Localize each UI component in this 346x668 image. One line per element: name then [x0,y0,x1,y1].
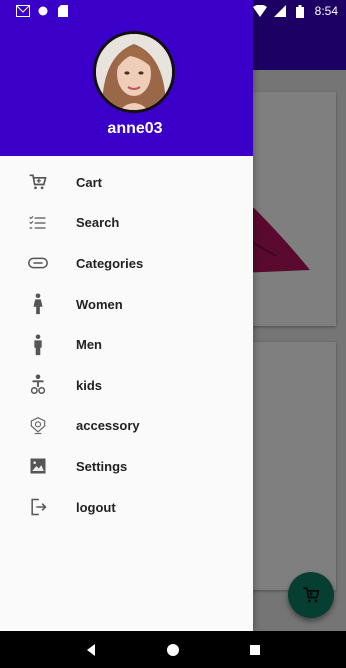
menu-item-kids[interactable]: kids [0,365,253,406]
avatar[interactable] [93,31,175,113]
menu-item-label: Settings [76,458,128,474]
man-icon [27,334,49,356]
menu-item-label: logout [76,499,116,515]
status-bar: 8:54 [0,0,346,22]
menu-item-men[interactable]: Men [0,324,253,365]
categories-icon [27,252,49,274]
navigation-drawer: anne03 Cart Search Categories Women Men … [0,0,253,631]
logout-icon [27,496,49,518]
drawer-header: anne03 [0,0,253,156]
menu-item-label: Women [76,296,123,312]
menu-item-women[interactable]: Women [0,284,253,325]
menu-item-label: Categories [76,255,144,271]
menu-item-label: kids [76,377,103,393]
menu-item-categories[interactable]: Categories [0,243,253,284]
sim-notification-icon [56,4,70,18]
cart-icon [27,171,49,193]
gmail-icon [16,4,30,18]
drawer-menu: Cart Search Categories Women Men kids ac… [0,162,253,527]
list-search-icon [27,212,49,234]
menu-item-label: Search [76,215,120,231]
back-button[interactable] [81,640,101,660]
home-icon [167,643,179,656]
avatar-image [96,34,172,110]
menu-item-logout[interactable]: logout [0,487,253,528]
status-time: 8:54 [314,4,338,18]
battery-icon [293,4,307,18]
menu-item-search[interactable]: Search [0,203,253,244]
menu-item-label: Men [76,337,102,353]
menu-item-label: Cart [76,174,103,190]
home-button[interactable] [163,640,183,660]
child-icon [27,374,49,396]
menu-item-settings[interactable]: Settings [0,446,253,487]
username: anne03 [107,120,163,137]
accessory-icon [27,415,49,437]
woman-icon [27,293,49,315]
menu-item-cart[interactable]: Cart [0,162,253,203]
menu-item-accessory[interactable]: accessory [0,406,253,447]
recents-icon [250,644,260,655]
menu-item-label: accessory [76,418,140,434]
recents-button[interactable] [245,640,265,660]
dot-icon [36,4,50,18]
system-nav-bar [0,631,346,668]
back-icon [87,643,95,656]
signal-icon [273,4,287,18]
image-icon [27,455,49,477]
wifi-icon [252,4,267,18]
